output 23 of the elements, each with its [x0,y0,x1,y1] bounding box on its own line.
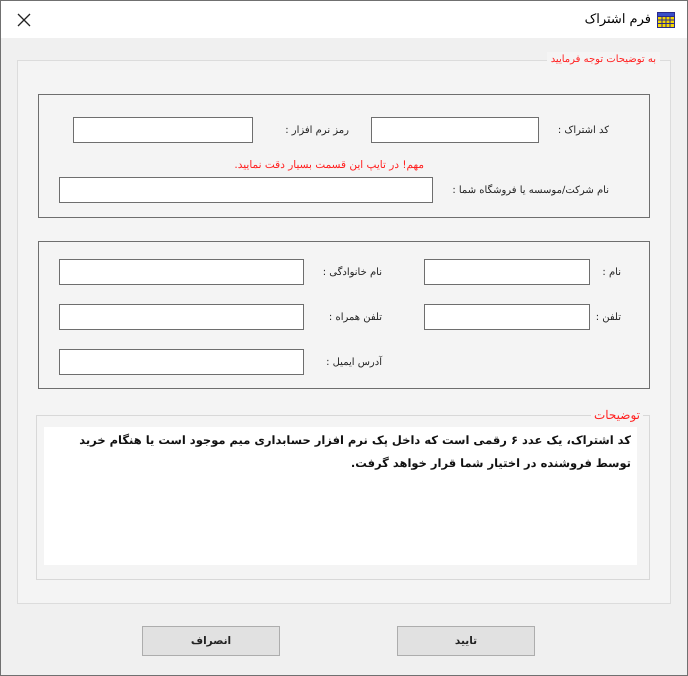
email-field[interactable] [59,349,304,375]
phone-field[interactable] [424,304,590,330]
confirm-button[interactable]: تایید [397,626,535,656]
description-text: کد اشتراک، یک عدد ۶ رقمی است که داخل پک نرم افزار حسابداری میم موجود است یا هنگام خرید توسط فروشنده در اختیار شما قرار خواهد گرفت. [44,427,637,565]
field-label: نام شرکت/موسسه یا فروشگاه شما : [451,184,609,196]
window-title: فرم اشتراک [584,12,651,27]
warning-text: مهم! در تایپ این قسمت بسیار دقت نمایید. [233,158,425,173]
field-label: کد اشتراک : [556,124,609,136]
close-icon[interactable] [17,12,31,26]
company-name-field[interactable] [59,177,433,203]
first-name-field[interactable] [424,259,590,285]
subscription-code-field[interactable] [371,117,539,143]
field-label: آدرس ایمیل : [325,356,382,368]
field-label: رمز نرم افزار : [284,124,349,136]
field-label: تلفن : [594,312,621,322]
field-label: تلفن همراه : [328,312,382,322]
field-label: نام خانوادگی : [322,266,382,278]
mobile-field[interactable] [59,304,304,330]
password-field[interactable] [73,117,253,143]
field-label: نام : [601,266,621,278]
last-name-field[interactable] [59,259,304,285]
table-icon [657,12,675,28]
cancel-button[interactable]: انصراف [142,626,280,656]
